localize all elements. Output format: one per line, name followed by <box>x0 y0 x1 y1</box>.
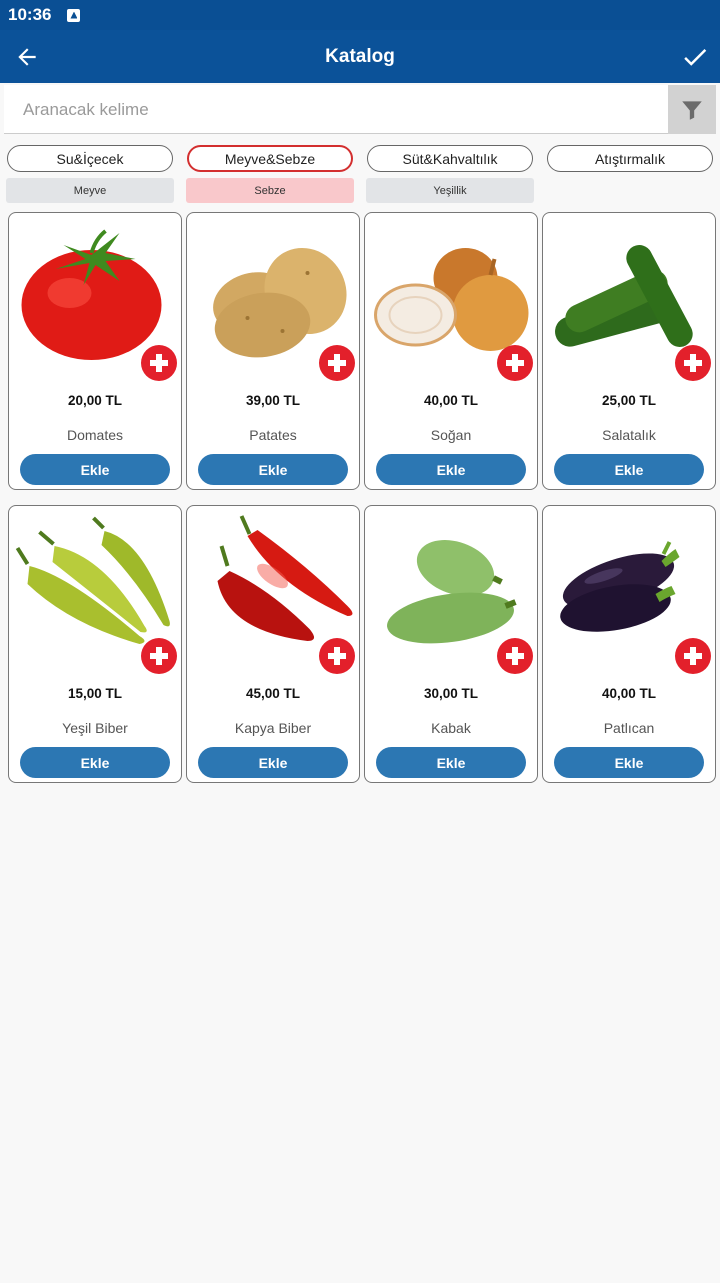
plus-icon <box>150 354 168 372</box>
add-plus-button[interactable] <box>675 638 711 674</box>
plus-icon <box>506 647 524 665</box>
product-card-patates: 39,00 TL Patates Ekle <box>186 212 360 490</box>
product-card-kapya-biber: 45,00 TL Kapya Biber Ekle <box>186 505 360 783</box>
product-price: 30,00 TL <box>423 686 479 701</box>
product-card-yesil-biber: 15,00 TL Yeşil Biber Ekle <box>8 505 182 783</box>
plus-icon <box>328 647 346 665</box>
add-plus-button[interactable] <box>497 638 533 674</box>
add-to-cart-button[interactable]: Ekle <box>554 747 704 778</box>
subcategory-sebze[interactable]: Sebze <box>186 178 354 203</box>
category-meyve-sebze[interactable]: Meyve&Sebze <box>187 145 353 172</box>
product-name: Salatalık <box>602 427 656 443</box>
app-bar: Katalog <box>0 30 720 83</box>
search-input[interactable] <box>4 85 668 134</box>
arrow-left-icon <box>18 48 36 66</box>
subcategory-label: Sebze <box>254 184 286 197</box>
add-plus-button[interactable] <box>319 638 355 674</box>
add-plus-button[interactable] <box>141 345 177 381</box>
page-title: Katalog <box>325 45 395 67</box>
product-name: Patlıcan <box>603 720 655 736</box>
add-plus-button[interactable] <box>141 638 177 674</box>
product-name: Domates <box>66 427 124 443</box>
add-plus-button[interactable] <box>497 345 533 381</box>
plus-icon <box>150 647 168 665</box>
product-card-sogan: 40,00 TL Soğan Ekle <box>364 212 538 490</box>
subcategory-meyve[interactable]: Meyve <box>6 178 174 203</box>
add-plus-button[interactable] <box>319 345 355 381</box>
product-name: Yeşil Biber <box>62 720 128 736</box>
product-price: 25,00 TL <box>601 393 657 408</box>
product-price: 40,00 TL <box>423 393 479 408</box>
back-button[interactable] <box>10 40 44 74</box>
subcategory-tabs: Meyve Sebze Yeşillik <box>0 178 720 203</box>
notification-icon <box>67 8 81 22</box>
category-atistirmalik[interactable]: Atıştırmalık <box>547 145 713 172</box>
plus-icon <box>684 354 702 372</box>
product-name: Kabak <box>431 720 471 736</box>
category-tabs: Su&İçecek Meyve&Sebze Süt&Kahvaltılık At… <box>0 145 720 173</box>
product-price: 39,00 TL <box>245 393 301 408</box>
subcategory-label: Yeşillik <box>433 184 467 197</box>
confirm-button[interactable] <box>678 40 712 74</box>
category-label: Su&İçecek <box>56 150 124 167</box>
category-su-icecek[interactable]: Su&İçecek <box>7 145 173 172</box>
product-card-domates: 20,00 TL Domates Ekle <box>8 212 182 490</box>
subcategory-label: Meyve <box>73 184 107 197</box>
category-label: Süt&Kahvaltılık <box>402 150 498 167</box>
add-plus-button[interactable] <box>675 345 711 381</box>
filter-icon <box>682 100 702 120</box>
product-card-patlican: 40,00 TL Patlıcan Ekle <box>542 505 716 783</box>
add-to-cart-button[interactable]: Ekle <box>198 454 348 485</box>
product-name: Kapya Biber <box>234 720 312 736</box>
filter-button[interactable] <box>668 85 716 134</box>
product-price: 40,00 TL <box>601 686 657 701</box>
product-price: 15,00 TL <box>67 686 123 701</box>
add-to-cart-button[interactable]: Ekle <box>198 747 348 778</box>
product-price: 20,00 TL <box>67 393 123 408</box>
subcategory-yesillik[interactable]: Yeşillik <box>366 178 534 203</box>
add-to-cart-button[interactable]: Ekle <box>376 454 526 485</box>
check-icon <box>684 49 707 66</box>
plus-icon <box>328 354 346 372</box>
product-price: 45,00 TL <box>245 686 301 701</box>
product-card-kabak: 30,00 TL Kabak Ekle <box>364 505 538 783</box>
plus-icon <box>506 354 524 372</box>
add-to-cart-button[interactable]: Ekle <box>20 454 170 485</box>
product-name: Patates <box>249 427 297 443</box>
status-time: 10:36 <box>8 5 52 24</box>
category-label: Meyve&Sebze <box>224 150 316 167</box>
product-name: Soğan <box>430 427 472 443</box>
plus-icon <box>684 647 702 665</box>
category-label: Atıştırmalık <box>594 150 665 167</box>
product-card-salatalik: 25,00 TL Salatalık Ekle <box>542 212 716 490</box>
add-to-cart-button[interactable]: Ekle <box>20 747 170 778</box>
search-bar <box>4 85 716 134</box>
status-bar: 10:36 <box>0 0 720 30</box>
add-to-cart-button[interactable]: Ekle <box>554 454 704 485</box>
category-sut-kahvaltilik[interactable]: Süt&Kahvaltılık <box>367 145 533 172</box>
add-to-cart-button[interactable]: Ekle <box>376 747 526 778</box>
